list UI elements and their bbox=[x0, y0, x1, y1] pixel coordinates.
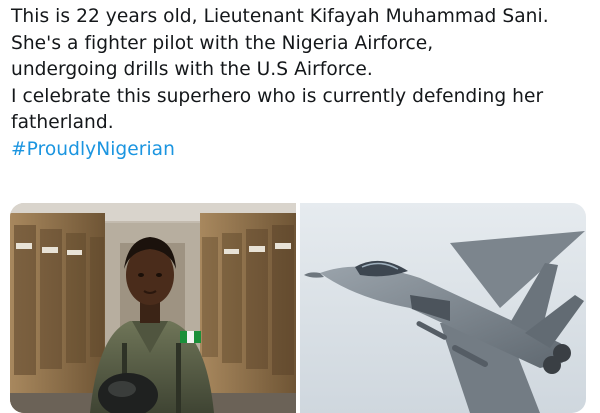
tweet-line: I celebrate this superhero who is curren… bbox=[11, 85, 544, 107]
tweet-line: fatherland. bbox=[11, 112, 114, 133]
media-grid bbox=[10, 203, 586, 413]
tweet-line: undergoing drills with the U.S Airforce. bbox=[11, 59, 373, 80]
tweet-line: This is 22 years old, Lieutenant Kifayah… bbox=[11, 6, 549, 27]
photo-pilot[interactable] bbox=[10, 203, 296, 413]
tweet-text: This is 22 years old, Lieutenant Kifayah… bbox=[11, 4, 596, 163]
hashtag-link[interactable]: #ProudlyNigerian bbox=[11, 137, 596, 164]
tweet-line: She's a fighter pilot with the Nigeria A… bbox=[11, 32, 434, 54]
pilot-image bbox=[10, 203, 296, 413]
photo-fighter-jet[interactable] bbox=[300, 203, 586, 413]
fighter-jet-image bbox=[300, 203, 586, 413]
